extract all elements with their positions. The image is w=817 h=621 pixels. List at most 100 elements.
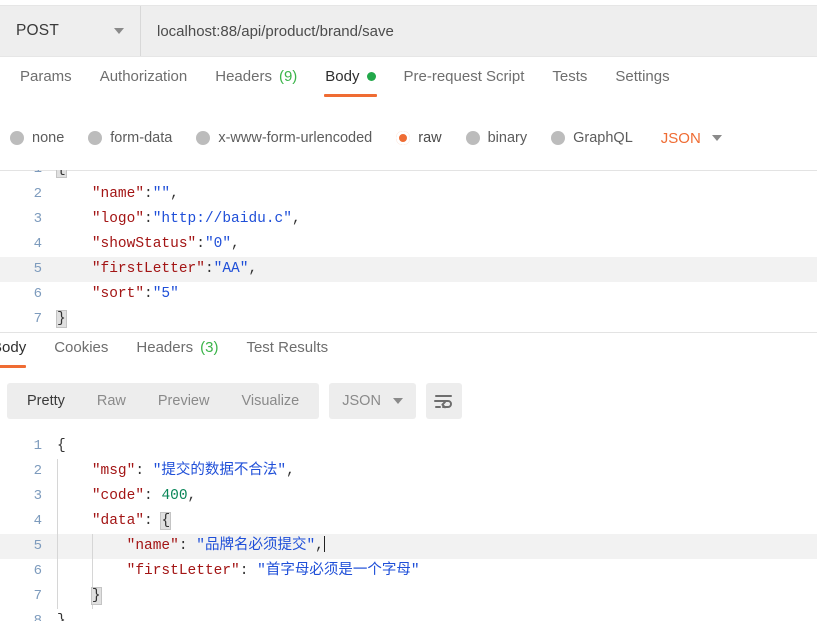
line-number: 3 — [33, 488, 42, 504]
code-token: "msg" — [91, 463, 136, 479]
word-wrap-icon — [434, 394, 453, 408]
chevron-down-icon — [711, 135, 722, 141]
body-type-radio-none[interactable]: none — [10, 130, 64, 146]
response-view-mode-pretty[interactable]: Pretty — [11, 383, 81, 419]
response-tab-body[interactable]: Body — [0, 333, 40, 368]
request-tab-tests[interactable]: Tests — [538, 66, 601, 97]
code-line: 6 "firstLetter": "首字母必须是一个字母" — [0, 559, 817, 584]
code-token: "logo" — [91, 211, 145, 227]
code-token: "0" — [204, 236, 232, 252]
response-format-select[interactable]: JSON — [329, 383, 416, 419]
request-tab-params[interactable]: Params — [6, 66, 86, 97]
line-number: 6 — [33, 286, 42, 302]
code-token: , — [286, 463, 295, 479]
code-token: "sort" — [91, 286, 145, 302]
code-token: "提交的数据不合法" — [152, 463, 287, 479]
word-wrap-button[interactable] — [425, 383, 462, 419]
line-number: 1 — [33, 438, 42, 454]
code-token: , — [187, 488, 197, 504]
code-text: "firstLetter": "首字母必须是一个字母" — [57, 559, 420, 584]
code-token: { — [56, 170, 67, 178]
text-cursor — [323, 536, 325, 552]
body-type-radio-graphql[interactable]: GraphQL — [551, 130, 633, 146]
code-line: 7 } — [0, 584, 817, 609]
code-text: "code": 400, — [57, 484, 196, 509]
request-url-input[interactable]: localhost:88/api/product/brand/save — [141, 6, 817, 56]
body-type-radio-raw[interactable]: raw — [396, 130, 442, 146]
code-token: "code" — [91, 488, 145, 504]
response-view-mode-raw[interactable]: Raw — [81, 383, 142, 419]
request-tab-headers[interactable]: Headers (9) — [201, 66, 311, 97]
response-tab-test-results[interactable]: Test Results — [232, 333, 342, 368]
code-token: "http://baidu.c" — [152, 211, 292, 227]
code-token: : — [239, 563, 258, 579]
body-type-radio-binary[interactable]: binary — [465, 130, 528, 146]
code-line: 4 "showStatus":"0", — [0, 232, 817, 257]
code-token: 400 — [161, 488, 188, 504]
code-line: 1{ — [0, 434, 817, 459]
radio-icon — [10, 131, 24, 145]
tab-count-badge: (9) — [278, 68, 298, 85]
http-method-select[interactable]: POST — [0, 6, 141, 56]
body-type-radio-form-data[interactable]: form-data — [88, 130, 172, 146]
line-number: 4 — [33, 236, 42, 252]
request-tab-settings[interactable]: Settings — [601, 66, 683, 97]
tab-label: Test Results — [246, 339, 329, 356]
postman-window: POST localhost:88/api/product/brand/save… — [0, 0, 817, 621]
code-text: { — [56, 170, 67, 182]
line-number: 5 — [33, 261, 42, 277]
request-tab-pre-request-script[interactable]: Pre-request Script — [390, 66, 539, 97]
code-token: "firstLetter" — [126, 563, 240, 579]
response-tab-headers[interactable]: Headers (3) — [122, 333, 232, 368]
code-token: } — [57, 613, 66, 621]
request-tab-authorization[interactable]: Authorization — [86, 66, 202, 97]
tab-label: Headers — [215, 68, 272, 85]
tab-label: Body — [325, 68, 360, 85]
response-view-mode-visualize[interactable]: Visualize — [225, 383, 315, 419]
response-tab-cookies[interactable]: Cookies — [40, 333, 122, 368]
radio-icon — [465, 131, 480, 145]
tab-label: Tests — [552, 68, 588, 85]
raw-language-select[interactable]: JSON — [661, 130, 722, 147]
code-token: "name" — [91, 186, 145, 202]
response-tab-bar: Body Cookies Headers (3) Test Results — [0, 332, 817, 372]
response-body-editor[interactable]: 1{2 "msg": "提交的数据不合法", 3 "code": 400, 4 "d… — [0, 432, 817, 621]
code-line: 5 "firstLetter":"AA", — [0, 257, 817, 282]
code-token: "品牌名必须提交" — [196, 538, 316, 554]
line-number: 2 — [33, 186, 42, 202]
request-body-editor[interactable]: 1{2 "name":"",3 "logo":"http://baidu.c",… — [0, 170, 817, 330]
code-text: "firstLetter":"AA", — [57, 257, 257, 282]
code-text: "name":"", — [57, 182, 179, 207]
radio-label: binary — [487, 130, 528, 146]
line-number: 1 — [0, 170, 42, 182]
response-view-mode-preview[interactable]: Preview — [142, 383, 226, 419]
code-line: 2 "msg": "提交的数据不合法", — [0, 459, 817, 484]
line-number: 3 — [33, 211, 42, 227]
request-url-text: localhost:88/api/product/brand/save — [157, 22, 394, 40]
http-method-label: POST — [16, 22, 60, 39]
tab-label: Settings — [615, 68, 670, 85]
code-text: } — [57, 609, 66, 621]
code-token: , — [248, 261, 258, 277]
chevron-down-icon — [114, 28, 124, 34]
code-token: "5" — [152, 286, 179, 302]
code-token: "showStatus" — [91, 236, 197, 252]
request-tab-body[interactable]: Body — [311, 66, 389, 97]
code-text: "msg": "提交的数据不合法", — [57, 459, 295, 484]
line-number: 6 — [33, 563, 42, 579]
radio-icon — [396, 131, 411, 145]
code-token: : — [144, 186, 153, 202]
tab-count-badge: (3) — [200, 339, 219, 356]
tab-label: Body — [0, 339, 27, 356]
code-text: } — [57, 584, 102, 609]
code-token: } — [56, 310, 67, 328]
code-token: : — [204, 261, 214, 277]
code-token: : — [144, 211, 153, 227]
body-type-radio-x-www-form-urlencoded[interactable]: x-www-form-urlencoded — [196, 130, 372, 146]
tab-label: Cookies — [54, 339, 109, 356]
